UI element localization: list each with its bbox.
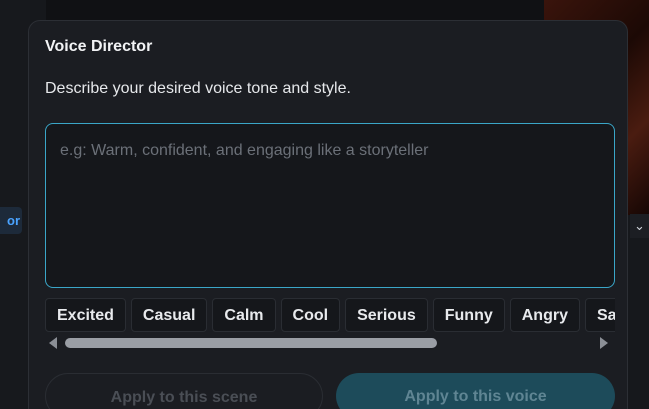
voice-director-panel: Voice Director Describe your desired voi… (28, 20, 628, 409)
tone-chip[interactable]: Sa (584, 298, 615, 332)
scroll-left-arrow-icon[interactable] (49, 337, 57, 349)
tone-chip-list: Excited Casual Calm Cool Serious Funny Angry Sa (45, 298, 615, 334)
scroll-right-arrow-icon[interactable] (600, 337, 608, 349)
app-stage: or ⌄ Voice Director Describe your desire… (0, 0, 649, 409)
voice-prompt-input[interactable] (45, 123, 615, 288)
chip-scrollbar[interactable] (65, 338, 591, 348)
background-header (46, 0, 546, 22)
panel-title: Voice Director (45, 38, 153, 55)
scrollbar-thumb[interactable] (65, 338, 437, 348)
apply-to-scene-button[interactable]: Apply to this scene (45, 373, 323, 409)
apply-to-voice-button[interactable]: Apply to this voice (336, 373, 615, 409)
tone-chip[interactable]: Serious (345, 298, 428, 332)
panel-description: Describe your desired voice tone and sty… (45, 80, 351, 97)
tone-chip[interactable]: Excited (45, 298, 126, 332)
tone-chip[interactable]: Casual (130, 298, 208, 332)
background-sidebar (0, 0, 30, 409)
tone-chip[interactable]: Calm (212, 298, 276, 332)
background-tab-label[interactable]: or (0, 207, 22, 234)
tone-chip[interactable]: Funny (432, 298, 505, 332)
tone-chip[interactable]: Cool (280, 298, 341, 332)
chevron-down-icon[interactable]: ⌄ (630, 214, 649, 238)
tone-chip[interactable]: Angry (509, 298, 580, 332)
